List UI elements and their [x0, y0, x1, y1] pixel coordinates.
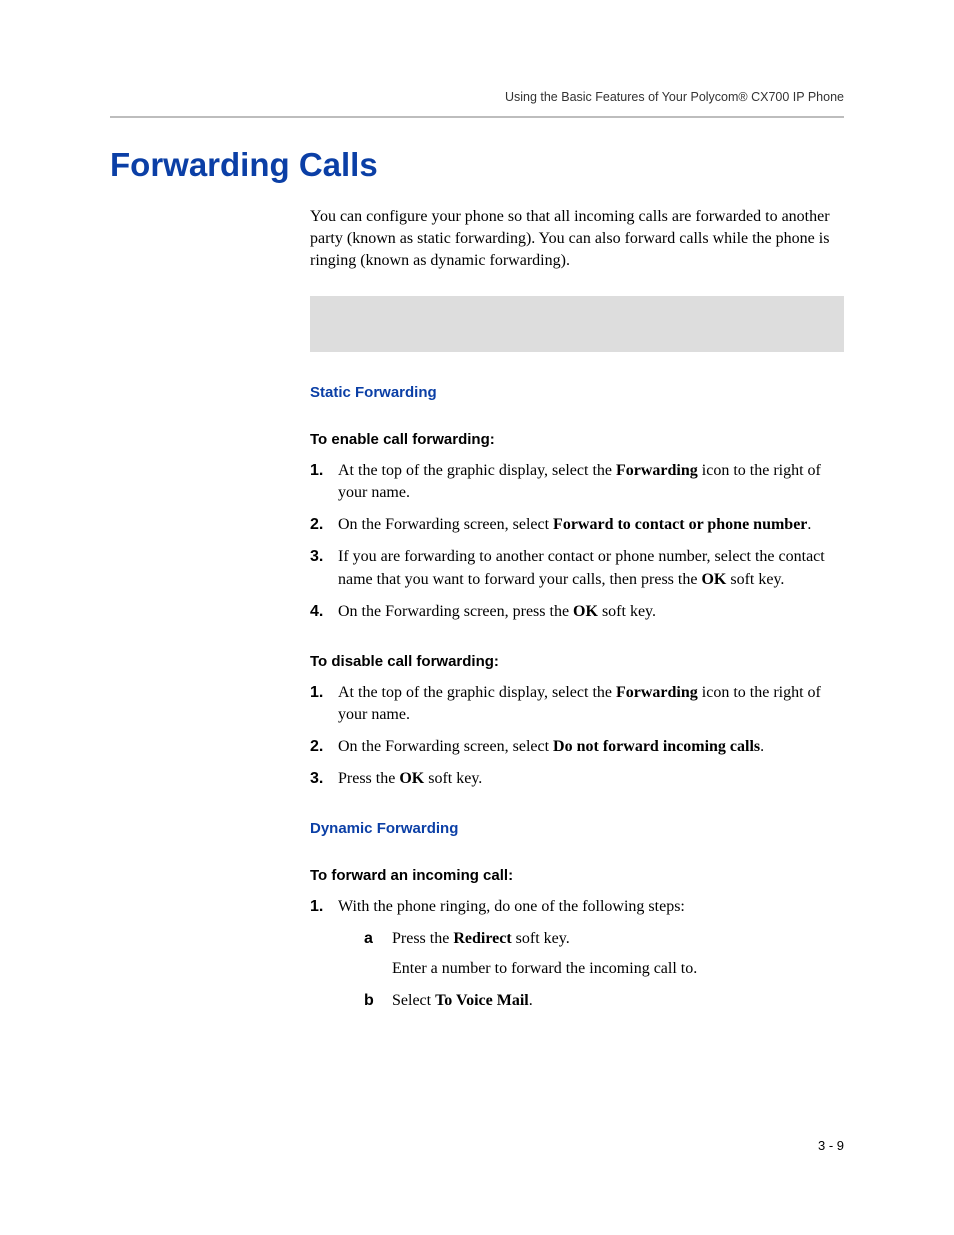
page-number: 3 - 9 [818, 1138, 844, 1153]
section-heading-static: Static Forwarding [310, 384, 844, 401]
header-rule [110, 116, 844, 118]
bold-term: Forwarding [616, 462, 698, 479]
step-text: At the top of the graphic display, selec… [338, 684, 616, 701]
step-text: . [760, 738, 764, 755]
section-heading-dynamic: Dynamic Forwarding [310, 820, 844, 837]
step-item: If you are forwarding to another contact… [310, 546, 844, 590]
step-item: On the Forwarding screen, select Forward… [310, 514, 844, 536]
substeps: Press the Redirect soft key. Enter a num… [364, 928, 844, 1012]
step-text: soft key. [726, 571, 784, 588]
step-item: At the top of the graphic display, selec… [310, 460, 844, 504]
step-item: With the phone ringing, do one of the fo… [310, 896, 844, 1012]
procedure-heading-enable: To enable call forwarding: [310, 431, 844, 448]
page-title: Forwarding Calls [110, 146, 844, 184]
step-text: . [529, 992, 533, 1009]
note-placeholder-box [310, 296, 844, 352]
bold-term: OK [573, 603, 598, 620]
step-item: At the top of the graphic display, selec… [310, 682, 844, 726]
bold-term: Forwarding [616, 684, 698, 701]
step-text: On the Forwarding screen, select [338, 738, 553, 755]
step-text: Press the [338, 770, 399, 787]
bold-term: OK [399, 770, 424, 787]
page: Using the Basic Features of Your Polycom… [0, 0, 954, 1012]
step-item: On the Forwarding screen, select Do not … [310, 736, 844, 758]
substep-item: Press the Redirect soft key. Enter a num… [364, 928, 844, 980]
step-text: With the phone ringing, do one of the fo… [338, 898, 685, 915]
substep-item: Select To Voice Mail. [364, 990, 844, 1012]
bold-term: Do not forward incoming calls [553, 738, 760, 755]
running-header: Using the Basic Features of Your Polycom… [110, 90, 844, 104]
body-column: You can configure your phone so that all… [310, 206, 844, 1012]
bold-term: Redirect [453, 930, 511, 947]
steps-disable: At the top of the graphic display, selec… [310, 682, 844, 790]
steps-enable: At the top of the graphic display, selec… [310, 460, 844, 622]
substep-extra-text: Enter a number to forward the incoming c… [392, 958, 844, 980]
intro-paragraph: You can configure your phone so that all… [310, 206, 844, 272]
step-text: soft key. [424, 770, 482, 787]
step-text: soft key. [512, 930, 570, 947]
steps-forward-incoming: With the phone ringing, do one of the fo… [310, 896, 844, 1012]
step-item: Press the OK soft key. [310, 768, 844, 790]
step-text: soft key. [598, 603, 656, 620]
step-text: . [807, 516, 811, 533]
bold-term: OK [701, 571, 726, 588]
procedure-heading-disable: To disable call forwarding: [310, 653, 844, 670]
step-text: Press the [392, 930, 453, 947]
bold-term: To Voice Mail [435, 992, 529, 1009]
procedure-heading-forward-incoming: To forward an incoming call: [310, 867, 844, 884]
step-text: Select [392, 992, 435, 1009]
bold-term: Forward to contact or phone number [553, 516, 807, 533]
step-text: On the Forwarding screen, select [338, 516, 553, 533]
step-text: On the Forwarding screen, press the [338, 603, 573, 620]
step-item: On the Forwarding screen, press the OK s… [310, 601, 844, 623]
step-text: At the top of the graphic display, selec… [338, 462, 616, 479]
